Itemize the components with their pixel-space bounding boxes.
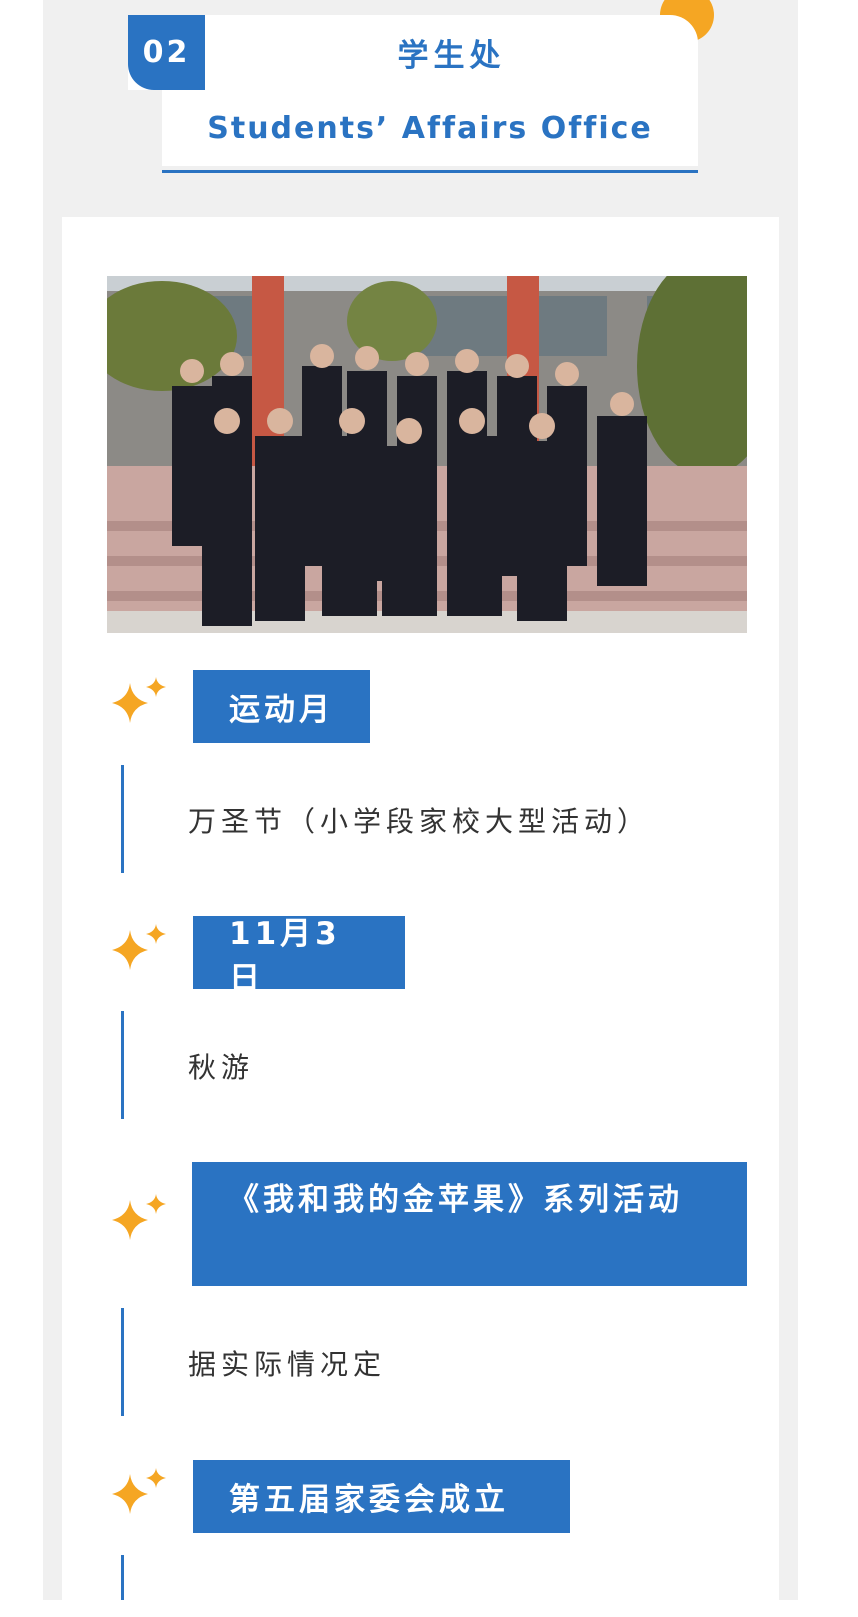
section-title-en: Students’ Affairs Office	[207, 110, 653, 146]
header-underline	[162, 170, 698, 173]
event-title-tag: 运动月	[193, 670, 370, 743]
event-title-tag: 11月3日	[193, 916, 405, 997]
event-title-tag: 《我和我的金苹果》系列活动	[192, 1162, 747, 1286]
section-number-badge: 02	[128, 15, 205, 90]
timeline-line	[121, 765, 124, 873]
timeline-line	[121, 1555, 124, 1600]
event-description: 万圣节（小学段家校大型活动）	[188, 805, 651, 838]
event-description: 据实际情况定	[188, 1348, 387, 1381]
timeline-line	[121, 1011, 124, 1119]
group-photo-image	[107, 276, 747, 633]
section-title-cn: 学生处	[397, 38, 506, 74]
sparkle-icon	[112, 924, 166, 970]
sparkle-icon	[112, 1194, 166, 1240]
sparkle-icon	[112, 677, 166, 723]
event-description: 秋游	[188, 1051, 255, 1084]
timeline-line	[121, 1308, 124, 1416]
event-title-tag: 第五届家委会成立	[193, 1460, 570, 1533]
sparkle-icon	[112, 1468, 166, 1514]
